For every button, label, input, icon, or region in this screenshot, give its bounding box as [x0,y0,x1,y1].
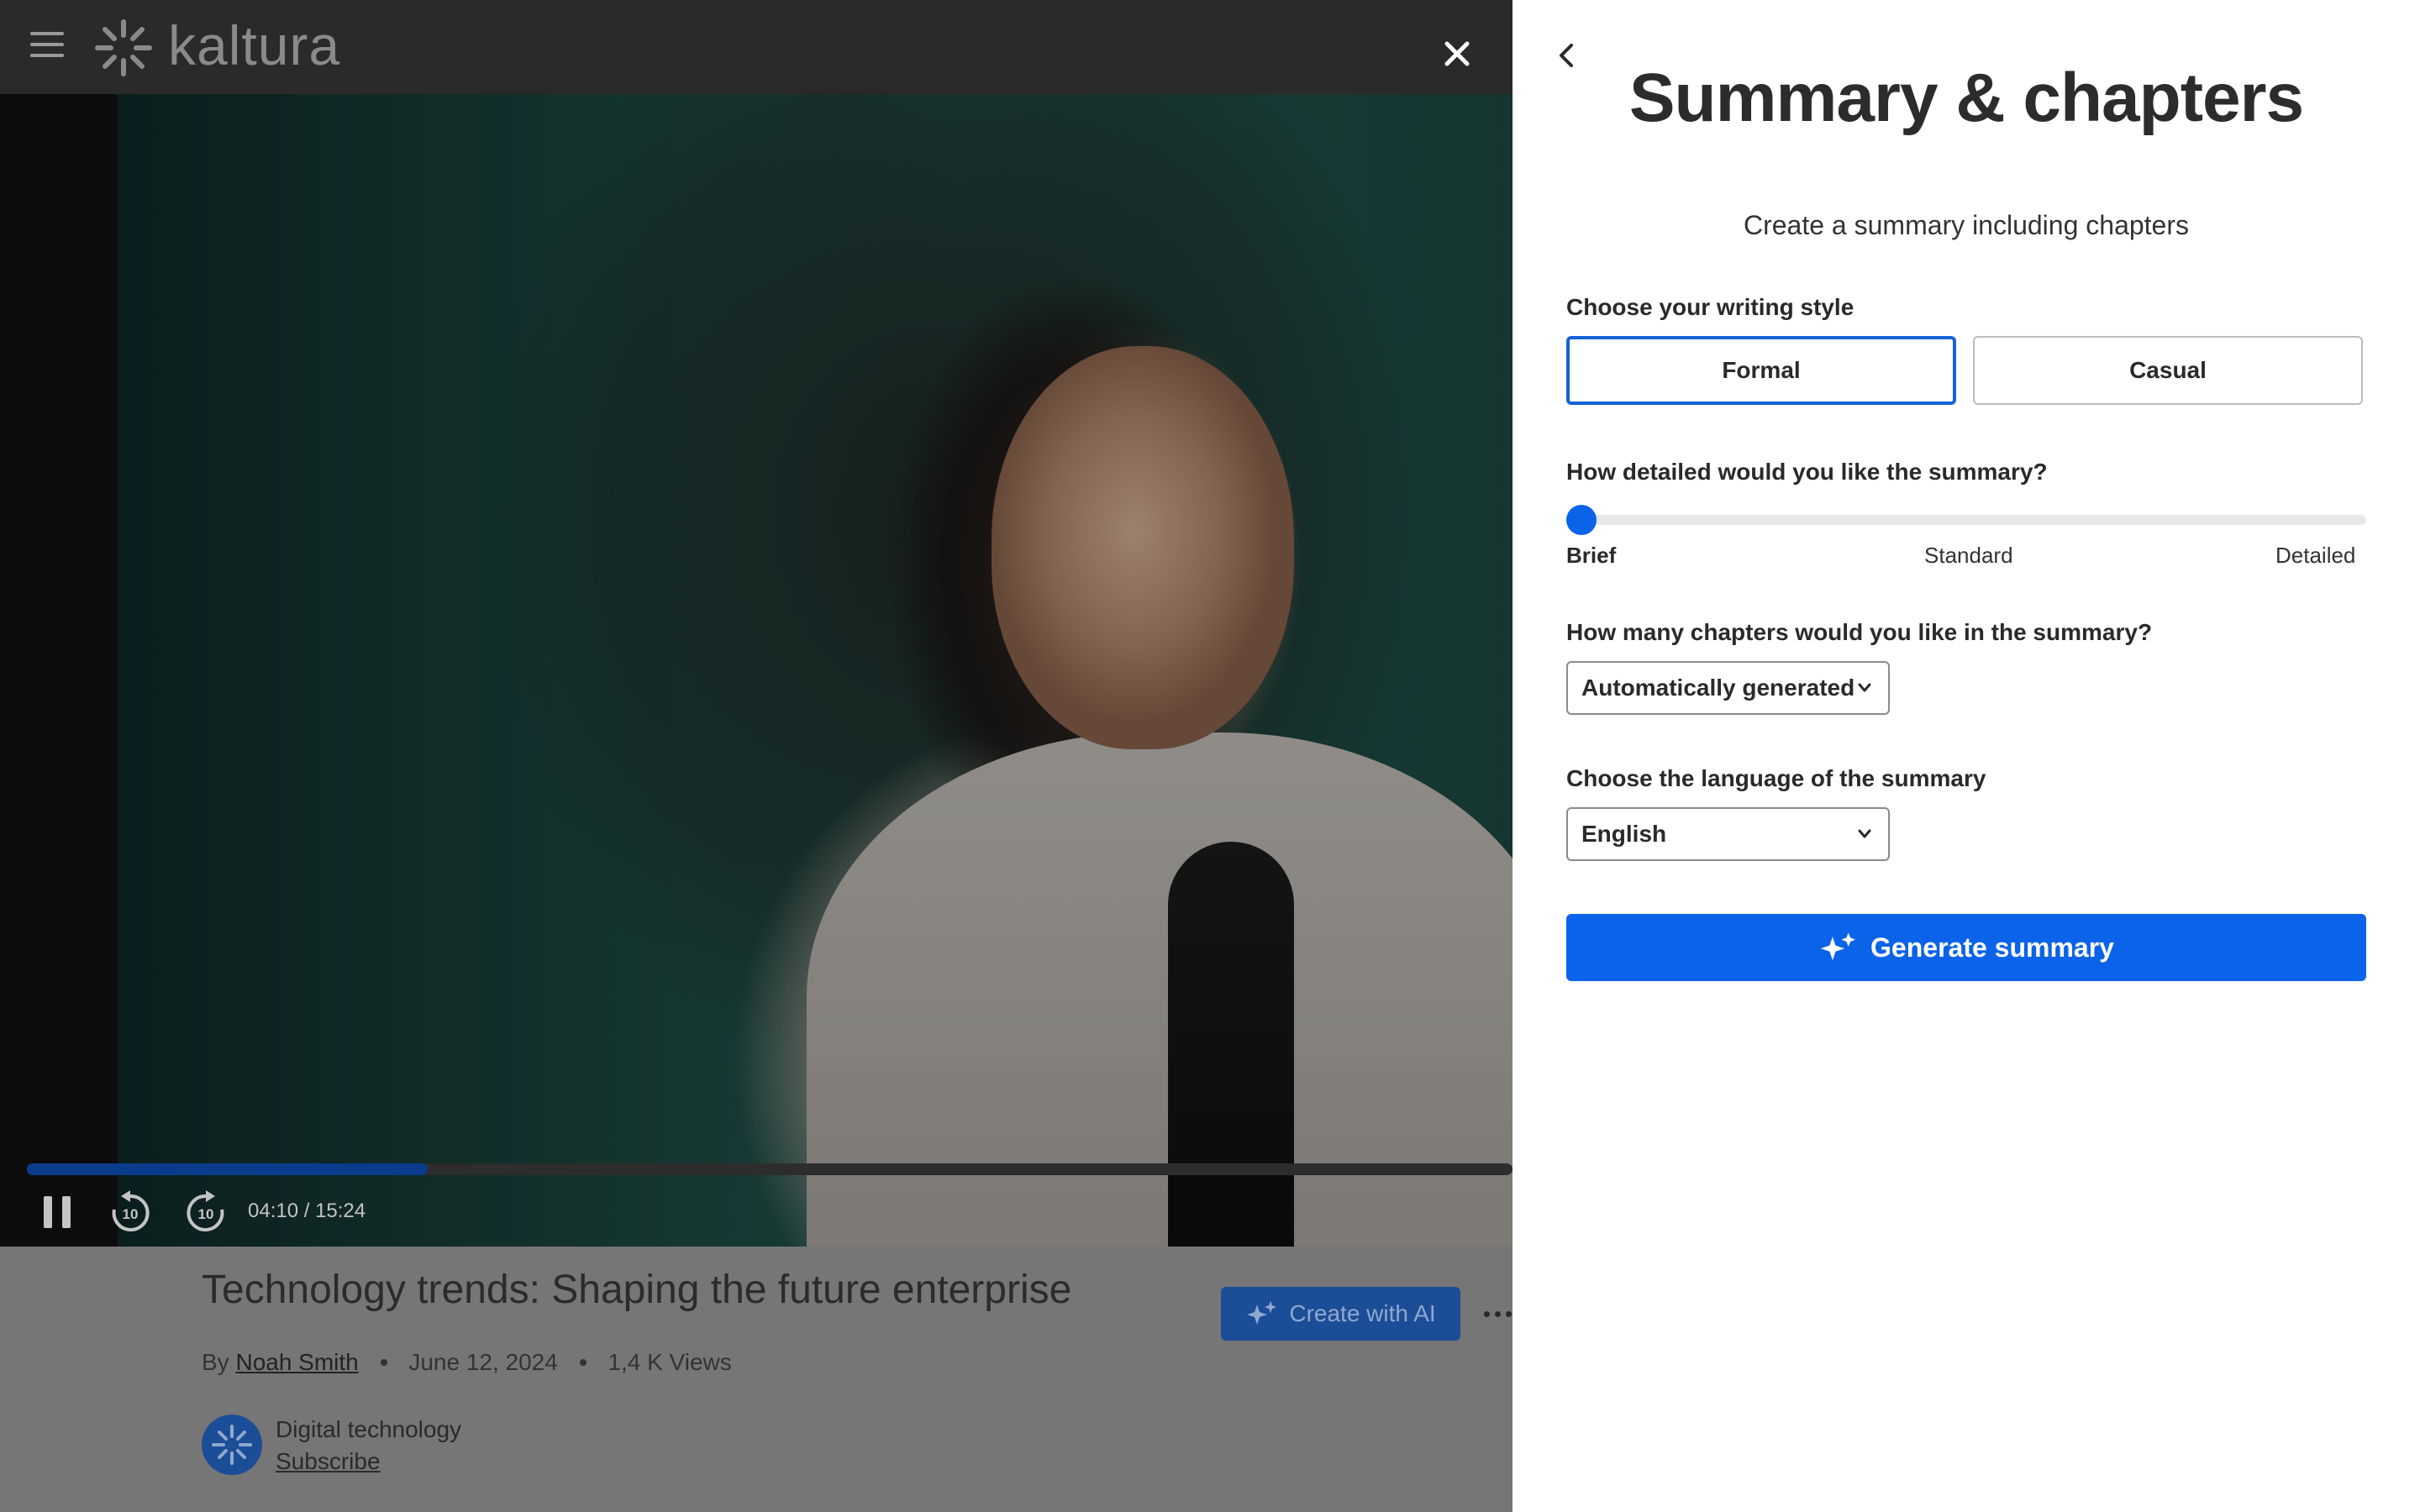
drawer-title: Summary & chapters [1628,60,2304,136]
detail-slider-thumb[interactable] [1566,505,1597,535]
rewind-seconds-text: 10 [123,1206,139,1222]
generate-summary-label: Generate summary [1870,932,2114,963]
language-value: English [1581,821,1667,847]
more-options-icon[interactable] [1484,1304,1512,1324]
chapters-count-select[interactable]: Automatically generated [1566,661,1890,715]
hamburger-menu-icon[interactable] [30,32,64,60]
publish-date: June 12, 2024 [408,1349,558,1375]
drawer-subtitle: Create a summary including chapters [1743,210,2189,240]
time-readout: 04:10 / 15:24 [248,1200,366,1222]
detail-level-label: How detailed would you like the summary? [1566,459,2048,485]
subscribe-link[interactable]: Subscribe [276,1448,381,1475]
style-casual-button[interactable]: Casual [1973,336,2363,405]
separator-dot [579,1359,587,1366]
sparkle-icon [1247,1301,1277,1325]
logo-text: kaltura [168,14,341,76]
by-label: By [202,1349,229,1375]
view-count: 1,4 K Views [608,1349,732,1375]
chevron-down-icon [1858,683,1871,692]
language-label: Choose the language of the summary [1566,765,1986,791]
style-formal-button[interactable]: Formal [1566,336,1956,405]
kaltura-logo-icon [95,19,152,76]
writing-style-label: Choose your writing style [1566,294,1854,320]
detail-level-detailed[interactable]: Detailed [2275,543,2355,569]
video-player[interactable] [0,94,1512,1247]
player-controls: 10 10 04:10 / 15:24 [0,1184,1512,1247]
rewind-10-icon[interactable]: 10 [108,1189,153,1235]
create-with-ai-button[interactable]: Create with AI [1221,1287,1460,1341]
video-title: Technology trends: Shaping the future en… [202,1268,1072,1312]
author-link[interactable]: Noah Smith [235,1349,358,1375]
chapters-count-value: Automatically generated [1581,675,1855,701]
summary-chapters-drawer: Summary & chapters Create a summary incl… [1512,0,2420,1512]
create-with-ai-label: Create with AI [1289,1300,1436,1326]
channel-name[interactable]: Digital technology [276,1416,461,1443]
video-dim-overlay [0,94,1512,1247]
separator-dot [380,1359,387,1366]
forward-10-icon[interactable]: 10 [183,1189,229,1235]
video-meta: By Noah Smith June 12, 2024 1,4 K Views [202,1349,732,1376]
playback-progress-fill [27,1163,429,1175]
chapters-count-label: How many chapters would you like in the … [1566,619,2153,645]
forward-seconds-text: 10 [198,1206,214,1222]
close-icon[interactable] [1440,37,1474,71]
channel-avatar[interactable] [202,1415,262,1475]
chevron-down-icon [1858,829,1871,838]
sparkle-icon [1820,932,1856,961]
detail-level-brief[interactable]: Brief [1566,543,1616,569]
top-bar: kaltura [0,0,1512,94]
playback-progress-bar[interactable] [27,1163,1512,1175]
video-page-background: kaltura 10 10 04:10 / 15:24 Technology t… [0,0,1512,1512]
detail-level-standard[interactable]: Standard [1924,543,2013,569]
detail-slider-track[interactable] [1566,515,2366,525]
pause-icon[interactable] [42,1196,72,1228]
language-select[interactable]: English [1566,807,1890,861]
generate-summary-button[interactable]: Generate summary [1566,914,2366,981]
